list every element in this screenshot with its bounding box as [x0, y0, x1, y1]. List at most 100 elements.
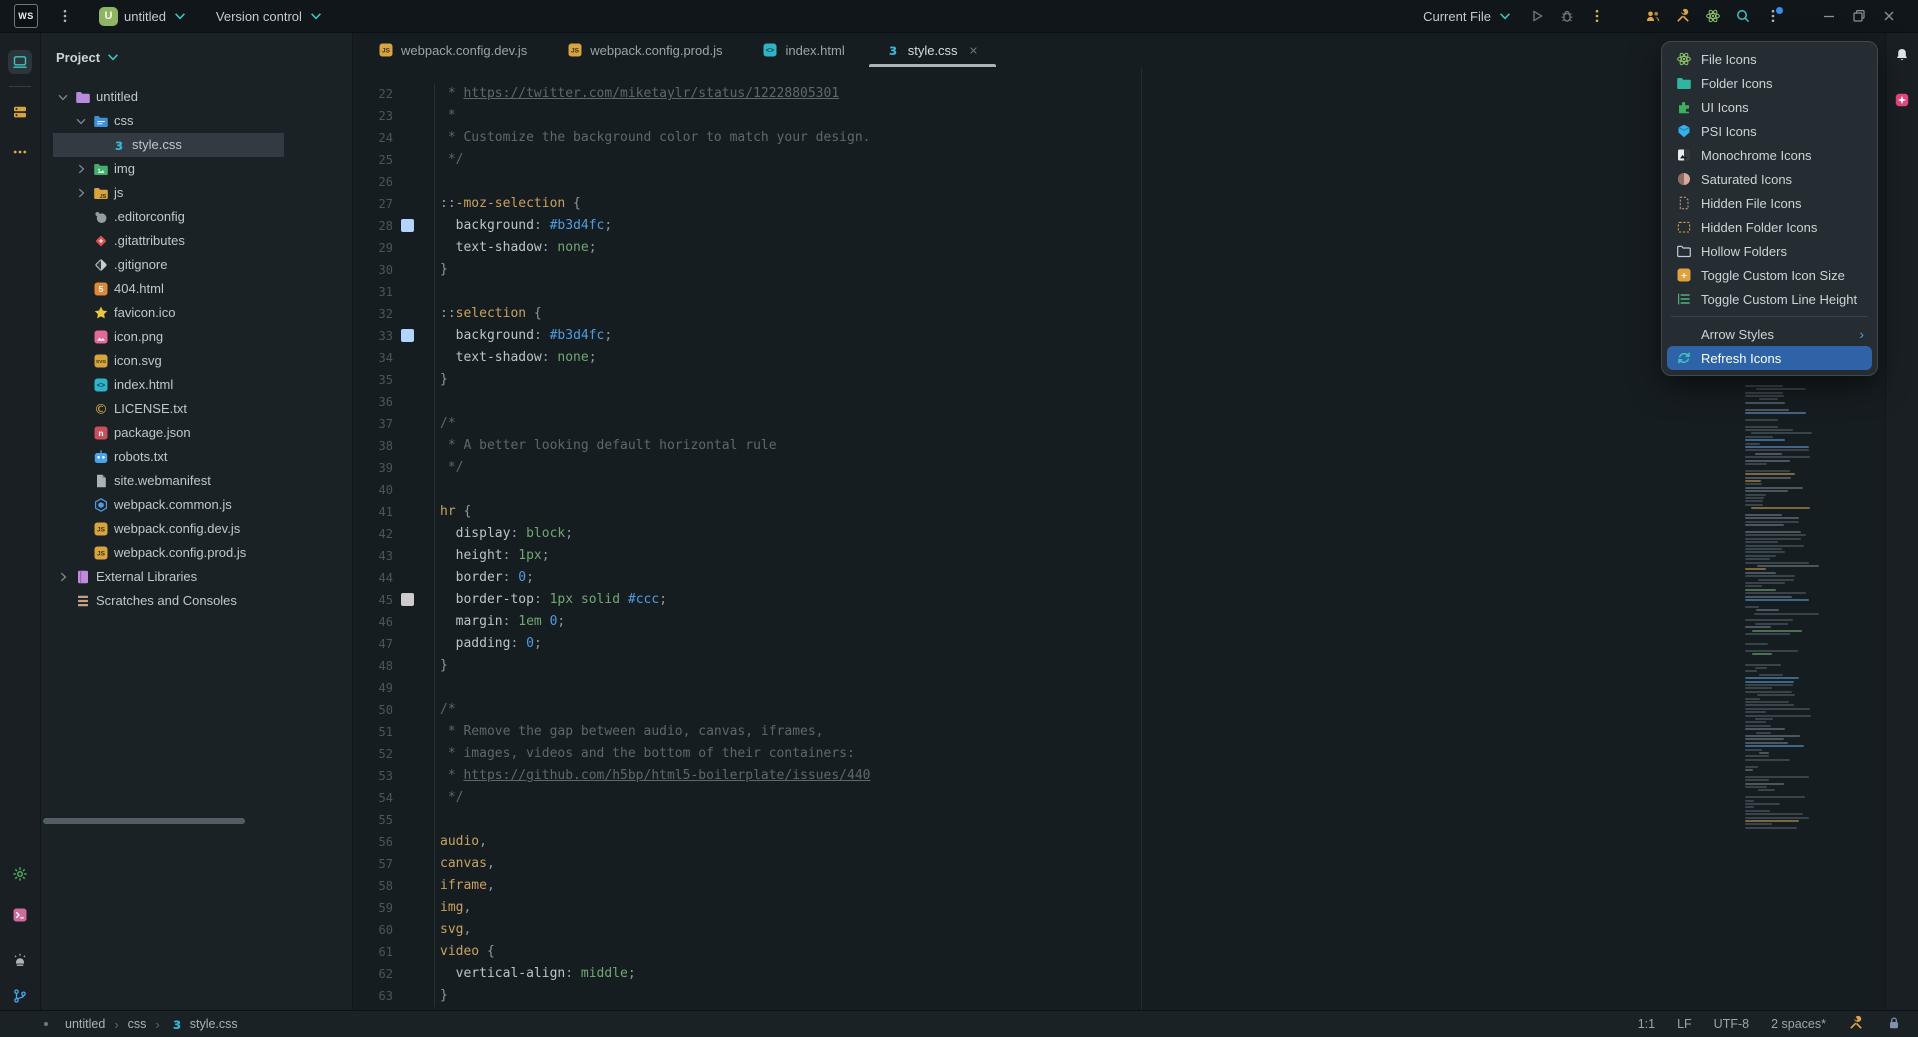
- code-line-23[interactable]: 23 *: [353, 105, 1885, 127]
- statusbar-inspections-widget[interactable]: [1848, 1015, 1864, 1034]
- debug-button[interactable]: [1554, 3, 1580, 29]
- vcs-widget[interactable]: Version control: [209, 5, 331, 27]
- tree-item-js[interactable]: JSjs: [41, 181, 352, 205]
- breadcrumb-untitled[interactable]: untitled: [65, 1017, 105, 1031]
- code-line-36[interactable]: 36: [353, 391, 1885, 413]
- statusbar-readonly-toggle[interactable]: [1886, 1015, 1902, 1034]
- tree-item-editorconfig[interactable]: .editorconfig: [41, 205, 352, 229]
- code-line-56[interactable]: 56audio,: [353, 831, 1885, 853]
- ide-settings-button[interactable]: [1760, 3, 1786, 29]
- menu-item-psi-icons[interactable]: PSI Icons: [1667, 119, 1872, 143]
- search-everywhere-button[interactable]: [1730, 3, 1756, 29]
- toolstripe-notifications-bell-button[interactable]: [1890, 43, 1914, 67]
- code-line-46[interactable]: 46 margin: 1em 0;: [353, 611, 1885, 633]
- toolstripe-terminal-toolwindow-button[interactable]: [8, 903, 32, 927]
- tree-item-gitignore[interactable]: .gitignore: [41, 253, 352, 277]
- atom-material-icons-button[interactable]: [1700, 3, 1726, 29]
- menu-item-file-icons[interactable]: File Icons: [1667, 47, 1872, 71]
- code-line-45[interactable]: 45 border-top: 1px solid #ccc;: [353, 589, 1885, 611]
- code-line-55[interactable]: 55: [353, 809, 1885, 831]
- code-line-42[interactable]: 42 display: block;: [353, 523, 1885, 545]
- code-viewport[interactable]: 22 * https://twitter.com/miketaylr/statu…: [353, 67, 1885, 1010]
- code-line-49[interactable]: 49: [353, 677, 1885, 699]
- tab-style-css[interactable]: ɜstyle.css: [865, 33, 1000, 67]
- tree-item-scratches-and-consoles[interactable]: Scratches and Consoles: [41, 589, 352, 613]
- statusbar-file-encoding[interactable]: UTF-8: [1714, 1017, 1749, 1031]
- code-line-51[interactable]: 51 * Remove the gap between audio, canva…: [353, 721, 1885, 743]
- code-line-41[interactable]: 41hr {: [353, 501, 1885, 523]
- tab-index-html[interactable]: <>index.html: [742, 33, 864, 67]
- project-panel-header[interactable]: Project: [41, 45, 352, 69]
- code-line-63[interactable]: 63}: [353, 985, 1885, 1007]
- project-horizontal-scrollbar[interactable]: [43, 818, 245, 824]
- tab-webpack-config-prod-js[interactable]: JSwebpack.config.prod.js: [547, 33, 742, 67]
- code-line-31[interactable]: 31: [353, 281, 1885, 303]
- menu-item-folder-icons[interactable]: Folder Icons: [1667, 71, 1872, 95]
- code-line-47[interactable]: 47 padding: 0;: [353, 633, 1885, 655]
- color-swatch[interactable]: [401, 219, 414, 232]
- code-line-61[interactable]: 61video {: [353, 941, 1885, 963]
- breadcrumb-css[interactable]: css: [128, 1017, 147, 1031]
- close-button[interactable]: [1876, 3, 1902, 29]
- tree-item-favicon-ico[interactable]: favicon.ico: [41, 301, 352, 325]
- code-line-58[interactable]: 58iframe,: [353, 875, 1885, 897]
- tree-item-package-json[interactable]: npackage.json: [41, 421, 352, 445]
- tree-item-robots-txt[interactable]: robots.txt: [41, 445, 352, 469]
- code-line-50[interactable]: 50/*: [353, 699, 1885, 721]
- code-line-22[interactable]: 22 * https://twitter.com/miketaylr/statu…: [353, 83, 1885, 105]
- tree-item-site-webmanifest[interactable]: site.webmanifest: [41, 469, 352, 493]
- tree-item-css[interactable]: css: [41, 109, 352, 133]
- code-line-26[interactable]: 26: [353, 171, 1885, 193]
- menu-item-toggle-custom-line-height[interactable]: Toggle Custom Line Height: [1667, 287, 1872, 311]
- code-line-40[interactable]: 40: [353, 479, 1885, 501]
- code-with-me-button[interactable]: [1640, 3, 1666, 29]
- close-tab-icon[interactable]: [967, 44, 980, 57]
- project-widget[interactable]: U untitled: [92, 4, 195, 29]
- tree-item-license-txt[interactable]: ©LICENSE.txt: [41, 397, 352, 421]
- menu-item-monochrome-icons[interactable]: Monochrome Icons: [1667, 143, 1872, 167]
- code-line-59[interactable]: 59img,: [353, 897, 1885, 919]
- menu-item-ui-icons[interactable]: UI Icons: [1667, 95, 1872, 119]
- menu-item-saturated-icons[interactable]: Saturated Icons: [1667, 167, 1872, 191]
- code-line-30[interactable]: 30}: [353, 259, 1885, 281]
- maximize-button[interactable]: [1846, 3, 1872, 29]
- tab-webpack-config-dev-js[interactable]: JSwebpack.config.dev.js: [358, 33, 547, 67]
- code-line-33[interactable]: 33 background: #b3d4fc;: [353, 325, 1885, 347]
- tree-item-style-css[interactable]: ɜstyle.css: [41, 133, 352, 157]
- code-line-32[interactable]: 32::selection {: [353, 303, 1885, 325]
- tools-button[interactable]: [1670, 3, 1696, 29]
- code-line-53[interactable]: 53 * https://github.com/h5bp/html5-boile…: [353, 765, 1885, 787]
- main-menu-button[interactable]: [52, 3, 78, 29]
- toolstripe-ai-assistant-button[interactable]: [1890, 88, 1914, 112]
- statusbar-caret-position[interactable]: 1:1: [1638, 1017, 1655, 1031]
- code-line-62[interactable]: 62 vertical-align: middle;: [353, 963, 1885, 985]
- menu-item-hidden-folder-icons[interactable]: Hidden Folder Icons: [1667, 215, 1872, 239]
- code-line-28[interactable]: 28 background: #b3d4fc;: [353, 215, 1885, 237]
- run-button[interactable]: [1524, 3, 1550, 29]
- tree-item-webpack-config-prod-js[interactable]: JSwebpack.config.prod.js: [41, 541, 352, 565]
- code-line-54[interactable]: 54 */: [353, 787, 1885, 809]
- code-line-52[interactable]: 52 * images, videos and the bottom of th…: [353, 743, 1885, 765]
- code-line-60[interactable]: 60svg,: [353, 919, 1885, 941]
- code-line-39[interactable]: 39 */: [353, 457, 1885, 479]
- tree-item-gitattributes[interactable]: .gitattributes: [41, 229, 352, 253]
- tree-item-webpack-config-dev-js[interactable]: JSwebpack.config.dev.js: [41, 517, 352, 541]
- code-line-34[interactable]: 34 text-shadow: none;: [353, 347, 1885, 369]
- menu-item-toggle-custom-icon-size[interactable]: +Toggle Custom Icon Size: [1667, 263, 1872, 287]
- toolstripe-commit-toolwindow-button[interactable]: [8, 100, 32, 124]
- code-line-24[interactable]: 24 * Customize the background color to m…: [353, 127, 1885, 149]
- color-swatch[interactable]: [401, 329, 414, 342]
- chevron-down-icon[interactable]: [56, 90, 70, 104]
- tree-item-404-html[interactable]: 5404.html: [41, 277, 352, 301]
- chevron-down-icon[interactable]: [74, 114, 88, 128]
- code-line-44[interactable]: 44 border: 0;: [353, 567, 1885, 589]
- tree-item-icon-svg[interactable]: SVGicon.svg: [41, 349, 352, 373]
- color-swatch[interactable]: [401, 593, 414, 606]
- tree-item-index-html[interactable]: <>index.html: [41, 373, 352, 397]
- menu-item-arrow-styles[interactable]: Arrow Styles›: [1667, 322, 1872, 346]
- minimize-button[interactable]: [1816, 3, 1842, 29]
- tree-item-untitled[interactable]: untitled: [41, 85, 352, 109]
- code-line-48[interactable]: 48}: [353, 655, 1885, 677]
- breadcrumb-style-css[interactable]: ɜstyle.css: [169, 1016, 238, 1032]
- statusbar-line-separator[interactable]: LF: [1677, 1017, 1692, 1031]
